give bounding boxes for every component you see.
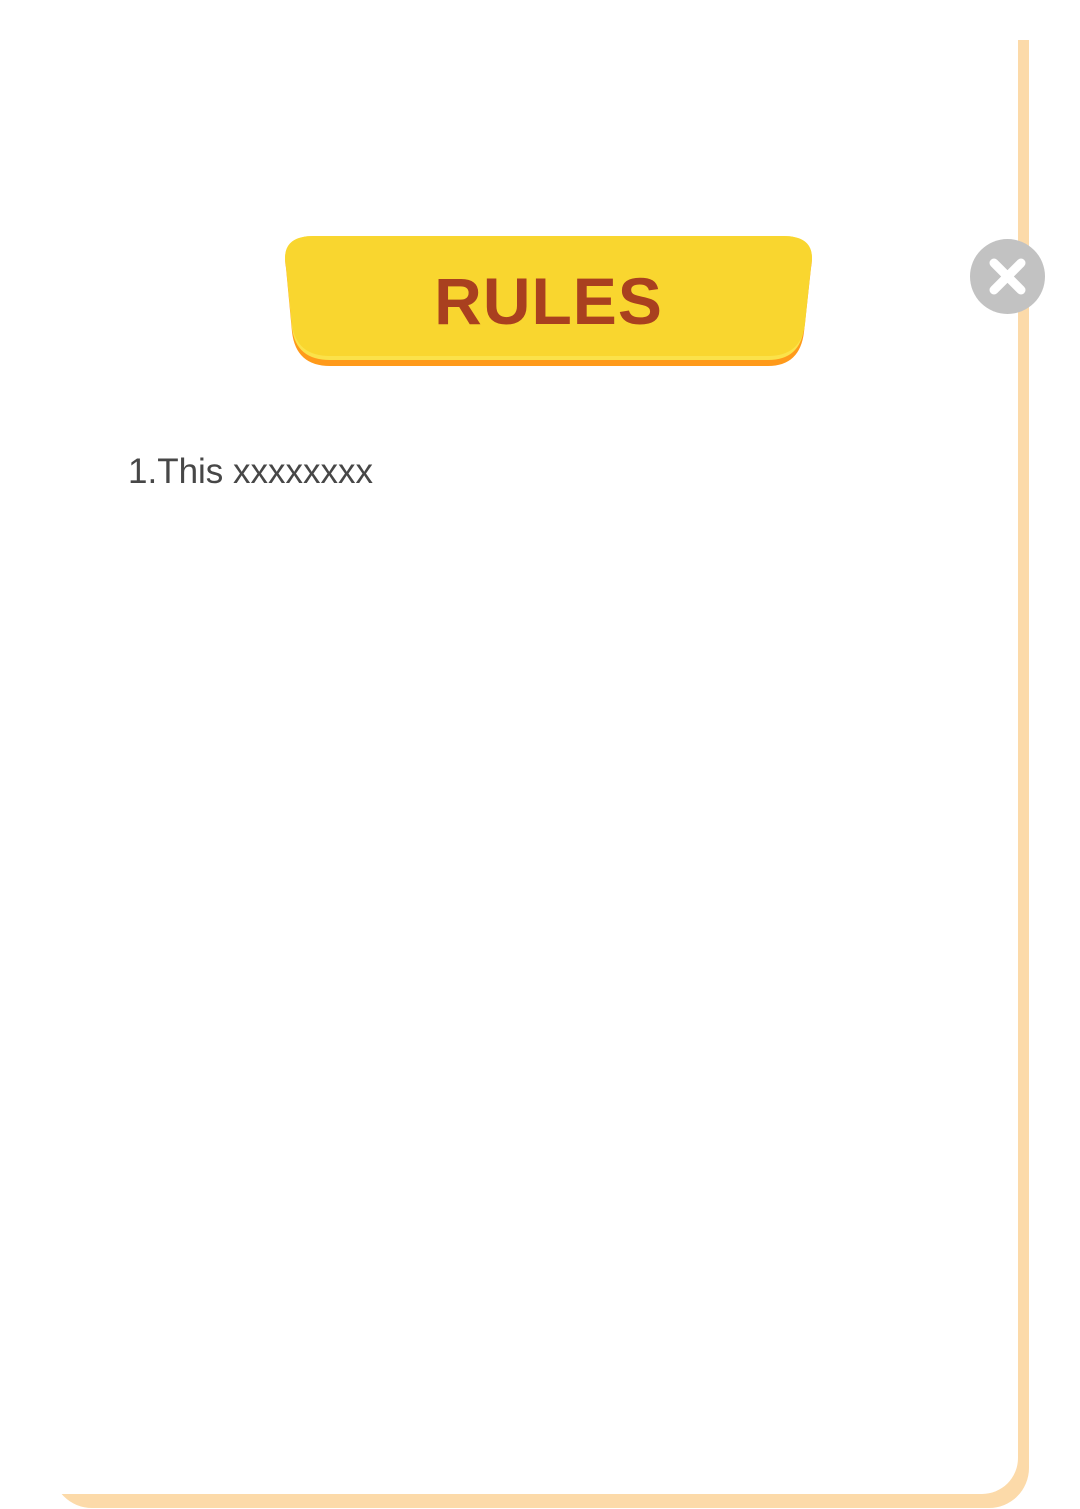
close-icon	[989, 258, 1026, 295]
title-banner: RULES	[280, 236, 817, 368]
close-button[interactable]	[970, 239, 1045, 314]
rule-item: 1.This xxxxxxxx	[128, 452, 374, 491]
rules-page: RULES 1.This xxxxxxxx	[0, 0, 1080, 1509]
rules-content: 1.This xxxxxxxx	[128, 450, 948, 494]
rules-dialog: RULES 1.This xxxxxxxx	[0, 0, 1018, 1494]
dialog-title: RULES	[434, 264, 663, 338]
